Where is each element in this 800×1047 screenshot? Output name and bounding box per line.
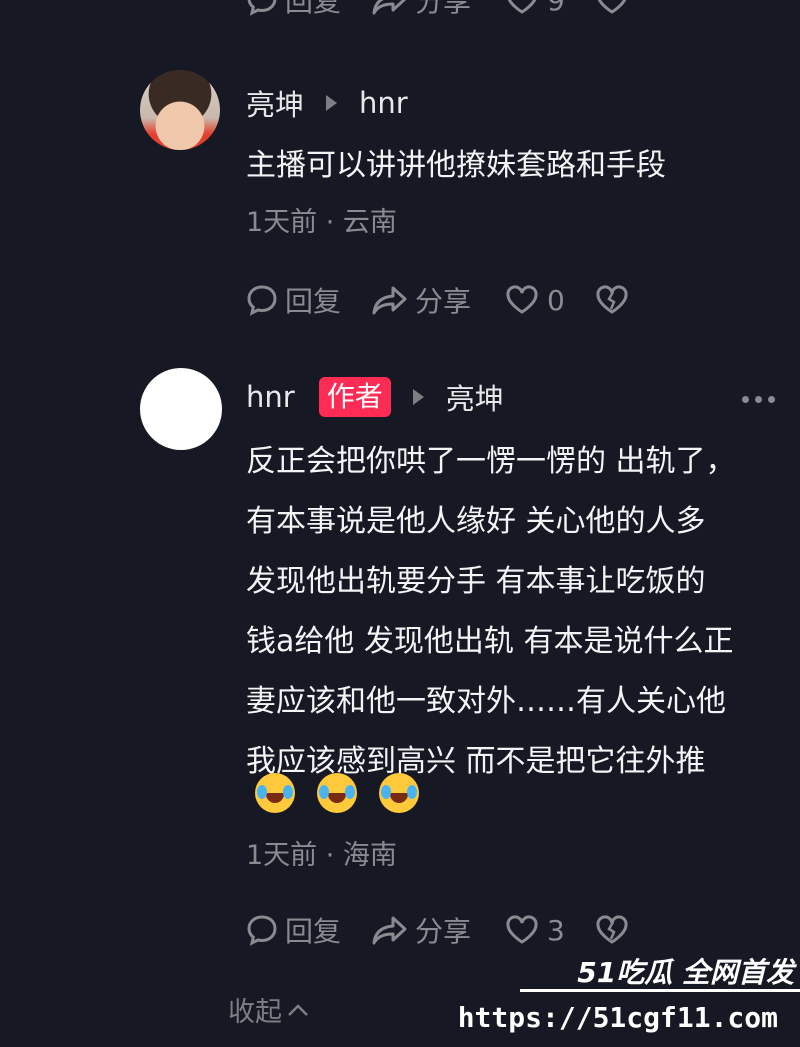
broken-heart-icon <box>596 285 628 314</box>
comment-line: 发现他出轨要分手 有本事让吃饭的 <box>246 564 706 599</box>
comment-text: 反正会把你哄了一愣一愣的 出轨了， 有本事说是他人缘好 关心他的人多 发现他出轨… <box>246 432 786 792</box>
comment-icon <box>247 915 277 946</box>
top-dislike-button[interactable] <box>595 0 629 15</box>
broken-heart-icon <box>597 0 627 14</box>
dislike-button[interactable] <box>595 915 629 945</box>
like-button[interactable]: 3 <box>505 914 565 947</box>
heart-icon <box>507 0 537 14</box>
crying-laughing-emoji-icon <box>379 773 419 813</box>
comment-icon <box>247 0 277 16</box>
top-share-button[interactable]: 分享 <box>371 0 471 20</box>
comment-meta: 1天前 · 云南 <box>246 207 397 238</box>
reply-button[interactable]: 回复 <box>245 280 341 320</box>
reply-to-name[interactable]: hnr <box>359 86 408 120</box>
comment1-actions: 回复 分享 0 <box>245 278 629 322</box>
comment2-header: hnr 作者 亮坤 <box>246 376 504 418</box>
share-label: 分享 <box>415 285 472 318</box>
share-button[interactable]: 分享 <box>371 280 471 320</box>
more-options-icon[interactable] <box>742 396 775 403</box>
dislike-button[interactable] <box>595 285 629 315</box>
reply-button[interactable]: 回复 <box>245 910 341 950</box>
share-label: 分享 <box>415 915 472 948</box>
comment-text: 主播可以讲讲他撩妹套路和手段 <box>246 148 666 183</box>
avatar[interactable] <box>140 368 222 450</box>
comment1-header: 亮坤 hnr <box>246 82 408 124</box>
share-icon <box>372 916 407 945</box>
heart-icon <box>506 915 538 944</box>
watermark: 51吃瓜 全网首发 https://51cgf11.com <box>458 945 800 1047</box>
crying-laughing-emoji-icon <box>255 773 295 813</box>
top-reply-button[interactable]: 回复 <box>245 0 341 20</box>
comment-meta: 1天前 · 海南 <box>246 840 397 871</box>
comment-icon <box>247 285 277 316</box>
comment-line: 反正会把你哄了一愣一愣的 出轨了， <box>246 444 736 479</box>
share-icon <box>372 0 407 15</box>
reply-arrow-icon <box>326 95 338 111</box>
like-count: 0 <box>547 283 565 317</box>
watermark-url: https://51cgf11.com <box>457 1001 778 1034</box>
chevron-up-icon <box>288 1003 308 1016</box>
comment-author[interactable]: 亮坤 <box>246 82 304 124</box>
like-button[interactable]: 0 <box>505 284 565 317</box>
share-icon <box>372 286 407 315</box>
collapse-label: 收起 <box>228 997 282 1028</box>
top-reply-label: 回复 <box>285 0 342 18</box>
top-like-button[interactable]: 9 <box>505 0 565 17</box>
reply-to-name[interactable]: 亮坤 <box>446 376 504 418</box>
comment-author[interactable]: hnr <box>246 380 295 414</box>
comment-line: 有本事说是他人缘好 关心他的人多 <box>246 504 706 539</box>
comment-line: 妻应该和他一致对外……有人关心他 <box>246 684 726 719</box>
top-share-label: 分享 <box>415 0 472 18</box>
reply-label: 回复 <box>285 285 342 318</box>
crying-laughing-emoji-icon <box>317 773 357 813</box>
share-button[interactable]: 分享 <box>371 910 471 950</box>
heart-icon <box>506 285 538 314</box>
collapse-replies-button[interactable]: 收起 <box>228 990 310 1029</box>
author-badge: 作者 <box>318 377 391 417</box>
top-like-count: 9 <box>547 0 565 17</box>
comment-line: 钱a给他 发现他出轨 有本是说什么正 <box>246 624 734 659</box>
reply-arrow-icon <box>412 389 424 405</box>
emoji-row <box>255 773 419 813</box>
like-count: 3 <box>547 913 565 947</box>
broken-heart-icon <box>596 915 628 944</box>
top-action-row: 回复 分享 9 <box>245 0 629 22</box>
watermark-title: 51吃瓜 全网首发 <box>577 956 794 989</box>
watermark-divider <box>520 989 800 992</box>
reply-label: 回复 <box>285 915 342 948</box>
avatar[interactable] <box>140 70 220 150</box>
